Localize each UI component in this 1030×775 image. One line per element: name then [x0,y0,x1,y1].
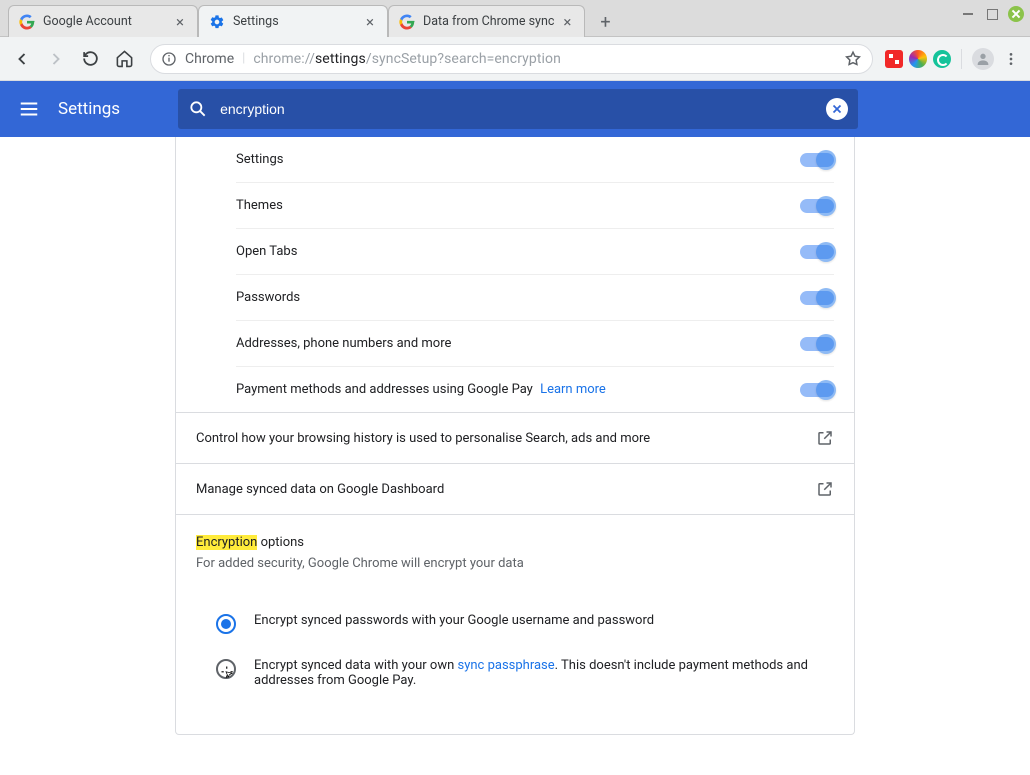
sync-item-label: Themes [236,198,283,213]
radio-button[interactable] [216,659,236,679]
encryption-subtitle: For added security, Google Chrome will e… [196,556,834,571]
tab-title: Google Account [43,14,167,29]
tab-strip: Google Account × Settings × Data from Ch… [0,0,619,36]
extension-icons [885,48,1022,70]
home-button[interactable] [110,45,138,73]
link-personalise-search[interactable]: Control how your browsing history is use… [176,412,854,463]
sync-item-open-tabs: Open Tabs [236,229,834,275]
google-g-icon [19,14,35,30]
reload-button[interactable] [76,45,104,73]
back-button[interactable] [8,45,36,73]
link-label: Manage synced data on Google Dashboard [196,482,444,497]
settings-search-box[interactable] [178,89,858,129]
google-g-icon [399,14,415,30]
sync-item-gpay: Payment methods and addresses using Goog… [236,367,834,412]
grammarly-extension-icon[interactable] [933,50,951,68]
radio-label: Encrypt synced data with your own sync p… [254,658,834,688]
sync-item-passwords: Passwords [236,275,834,321]
flipboard-extension-icon[interactable] [885,50,903,68]
encryption-section: Encryption options For added security, G… [176,514,854,591]
new-tab-button[interactable]: + [591,8,619,36]
extension-icon[interactable] [909,50,927,68]
tab-title: Data from Chrome sync [423,14,554,29]
settings-header: Settings [0,81,1030,137]
address-bar[interactable]: Chrome | chrome://settings/syncSetup?sea… [150,44,873,74]
radio-label: Encrypt synced passwords with your Googl… [254,613,654,628]
open-in-new-icon [816,429,834,447]
menu-icon[interactable] [18,98,40,120]
learn-more-link[interactable]: Learn more [540,382,606,397]
close-icon[interactable]: × [560,15,574,29]
encryption-options: Encrypt synced passwords with your Googl… [176,591,854,724]
settings-content[interactable]: Settings Themes Open Tabs Passwords Addr… [0,137,1030,775]
link-google-dashboard[interactable]: Manage synced data on Google Dashboard [176,463,854,514]
toggle-passwords[interactable] [800,291,834,305]
sync-item-addresses: Addresses, phone numbers and more [236,321,834,367]
search-icon [188,99,208,119]
window-maximize-button[interactable] [984,6,1000,22]
sync-item-label: Addresses, phone numbers and more [236,336,451,351]
gear-icon [209,14,225,30]
toggle-themes[interactable] [800,199,834,213]
clear-search-button[interactable] [826,98,848,120]
toggle-addresses[interactable] [800,337,834,351]
sync-item-settings: Settings [236,137,834,183]
toggle-open-tabs[interactable] [800,245,834,259]
settings-search-input[interactable] [220,101,814,117]
window-controls [960,6,1024,22]
page-title: Settings [58,99,120,119]
cursor-icon [220,665,238,683]
window-minimize-button[interactable] [960,6,976,22]
separator [961,49,962,69]
sync-item-label: Settings [236,152,283,167]
sync-item-themes: Themes [236,183,834,229]
sync-card: Settings Themes Open Tabs Passwords Addr… [175,137,855,735]
forward-button[interactable] [42,45,70,73]
browser-tab-google-account[interactable]: Google Account × [8,5,198,37]
encryption-option-google[interactable]: Encrypt synced passwords with your Googl… [216,601,834,646]
browser-tab-sync-data[interactable]: Data from Chrome sync × [388,5,585,37]
sync-item-label: Payment methods and addresses using Goog… [236,382,606,397]
toggle-settings[interactable] [800,153,834,167]
window-close-button[interactable] [1008,6,1024,22]
info-icon [161,51,177,67]
browser-toolbar: Chrome | chrome://settings/syncSetup?sea… [0,37,1030,81]
close-icon[interactable]: × [173,15,187,29]
window-titlebar: Google Account × Settings × Data from Ch… [0,0,1030,37]
sync-passphrase-link[interactable]: sync passphrase [458,658,555,673]
link-label: Control how your browsing history is use… [196,431,650,446]
browser-tab-settings[interactable]: Settings × [198,5,388,37]
close-icon[interactable]: × [363,15,377,29]
bookmark-star-icon[interactable] [844,50,862,68]
open-in-new-icon [816,480,834,498]
url-scheme: Chrome [185,51,234,67]
encryption-option-passphrase[interactable]: Encrypt synced data with your own sync p… [216,646,834,700]
encryption-heading: Encryption options [196,535,834,550]
profile-avatar[interactable] [972,48,994,70]
radio-button[interactable] [216,614,236,634]
tab-title: Settings [233,14,357,29]
toggle-gpay[interactable] [800,383,834,397]
sync-item-label: Open Tabs [236,244,297,259]
sync-item-label: Passwords [236,290,300,305]
url-text: chrome://settings/syncSetup?search=encry… [253,51,836,67]
chrome-menu-button[interactable] [1000,48,1022,70]
